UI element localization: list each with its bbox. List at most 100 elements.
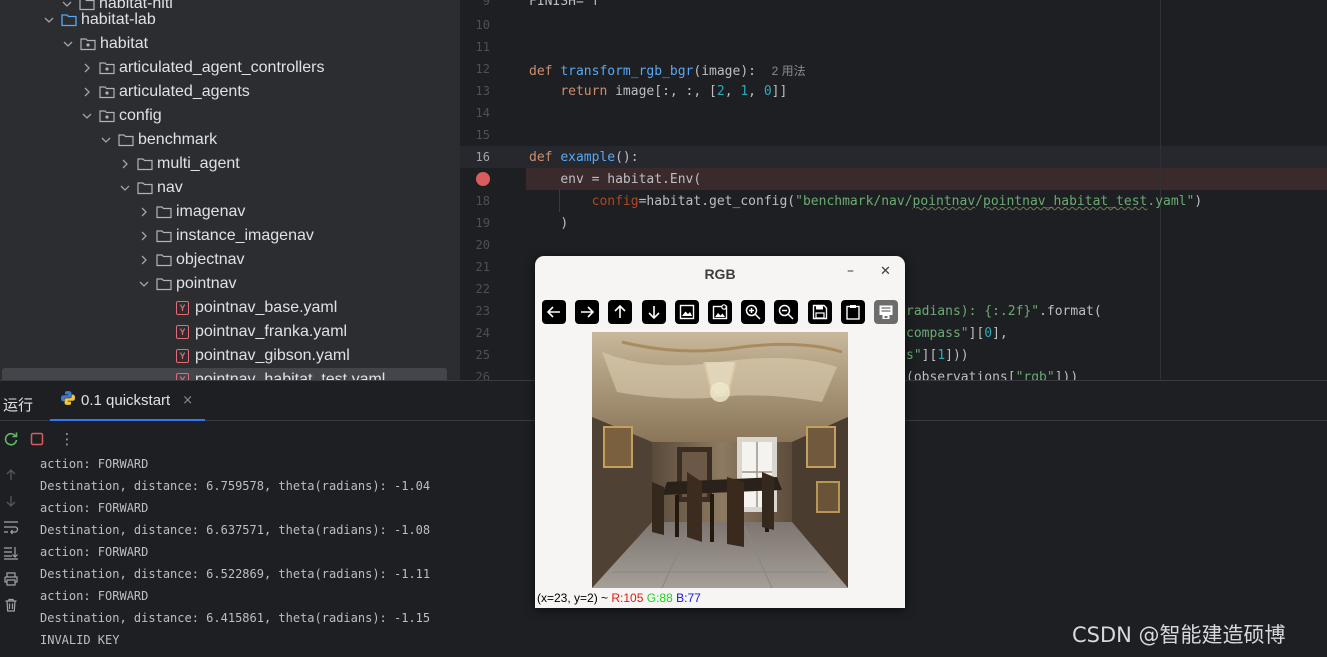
breakpoint-icon[interactable] <box>476 172 490 186</box>
scroll-to-end-icon[interactable] <box>1 543 21 563</box>
line-number[interactable]: 20 <box>460 238 490 252</box>
chevron-down-icon[interactable] <box>80 109 94 123</box>
tree-row-pointnav-base-yaml[interactable]: Y pointnav_base.yaml <box>0 296 460 320</box>
line-number[interactable]: 14 <box>460 106 490 120</box>
save-icon[interactable] <box>807 300 832 324</box>
code-text: ][ <box>921 348 938 363</box>
code-text: ) <box>560 216 569 231</box>
code-line-24-visible[interactable]: compass"][0], <box>906 326 1008 341</box>
tree-row-instance-imagenav[interactable]: instance_imagenav <box>0 224 460 248</box>
code-text: ])) <box>945 348 969 363</box>
tree-row-label: pointnav_habitat_test.yaml <box>195 371 386 380</box>
trash-icon[interactable] <box>1 595 21 615</box>
tree-row-pointnav-gibson-yaml[interactable]: Y pointnav_gibson.yaml <box>0 344 460 368</box>
chevron-right-icon[interactable] <box>118 157 132 171</box>
code-line-12[interactable]: def transform_rgb_bgr(image): 2 用法 <box>529 62 806 79</box>
rgb-observation-image[interactable] <box>592 332 848 588</box>
line-number[interactable]: 15 <box>460 128 490 142</box>
tree-row-habitat[interactable]: habitat <box>0 32 460 56</box>
tree-row-objectnav[interactable]: objectnav <box>0 248 460 272</box>
chevron-down-icon[interactable] <box>137 277 151 291</box>
tree-row-pointnav-habitat-test-yaml[interactable]: Y pointnav_habitat_test.yaml <box>2 368 447 380</box>
chevron-right-icon[interactable] <box>80 85 94 99</box>
tree-row-benchmark[interactable]: benchmark <box>0 128 460 152</box>
image-icon[interactable] <box>674 300 699 324</box>
zoom-in-icon[interactable] <box>741 300 766 324</box>
chevron-right-icon[interactable] <box>137 229 151 243</box>
code-line-23-visible[interactable]: radians): {:.2f}".format( <box>906 304 1102 319</box>
run-tab-label: 0.1 quickstart <box>81 391 171 409</box>
close-tab-icon[interactable]: × <box>182 393 193 408</box>
line-number[interactable]: 13 <box>460 84 490 98</box>
chevron-down-icon[interactable] <box>99 133 113 147</box>
tree-row-articulated-agent-controllers[interactable]: articulated_agent_controllers <box>0 56 460 80</box>
rgb-image-window[interactable]: RGB – ✕ (x=23, y=2) ~ R:105 G:88 B:77 <box>535 256 905 608</box>
code-string-typo: pointnav <box>912 194 976 209</box>
tree-row-pointnav-franka-yaml[interactable]: Y pointnav_franka.yaml <box>0 320 460 344</box>
chevron-down-icon[interactable] <box>118 181 132 195</box>
code-string: s" <box>906 348 922 363</box>
clipboard-icon[interactable] <box>840 300 865 324</box>
arrow-down-icon[interactable] <box>641 300 666 324</box>
more-options-icon[interactable]: ⋮ <box>56 428 78 450</box>
package-folder-icon <box>99 61 115 75</box>
chevron-right-icon[interactable] <box>137 253 151 267</box>
code-number: 0 <box>984 326 993 341</box>
line-number[interactable]: 10 <box>460 18 490 32</box>
line-number[interactable]: 23 <box>460 304 490 318</box>
tree-row-nav[interactable]: nav <box>0 176 460 200</box>
code-line-9[interactable]: FINISH="f" <box>529 0 607 9</box>
line-number-current[interactable]: 16 <box>460 150 490 164</box>
close-button[interactable]: ✕ <box>880 264 891 279</box>
save-alt-icon[interactable] <box>873 300 898 324</box>
tree-row-multi-agent[interactable]: multi_agent <box>0 152 460 176</box>
tree-row-pointnav[interactable]: pointnav <box>0 272 460 296</box>
code-line-26-visible[interactable]: (observations["rgb"])) <box>906 370 1078 380</box>
tree-row-label: pointnav_franka.yaml <box>195 323 348 340</box>
scroll-down-icon[interactable] <box>1 491 21 511</box>
line-number[interactable]: 25 <box>460 348 490 362</box>
chevron-down-icon[interactable] <box>42 13 56 27</box>
image-settings-icon[interactable] <box>707 300 732 324</box>
line-number[interactable]: 18 <box>460 194 490 208</box>
arrow-up-icon[interactable] <box>608 300 633 324</box>
chevron-right-icon[interactable] <box>137 205 151 219</box>
chevron-right-icon[interactable] <box>80 61 94 75</box>
line-number[interactable]: 19 <box>460 216 490 230</box>
line-number[interactable]: 24 <box>460 326 490 340</box>
rerun-button[interactable] <box>0 428 22 450</box>
zoom-out-icon[interactable] <box>774 300 799 324</box>
pixel-blue-value: B:77 <box>676 591 701 605</box>
arrow-left-icon[interactable] <box>542 300 566 324</box>
usage-hint[interactable]: 2 用法 <box>772 64 806 78</box>
chevron-down-icon[interactable] <box>61 37 75 51</box>
tree-row-config[interactable]: config <box>0 104 460 128</box>
line-number[interactable]: 21 <box>460 260 490 274</box>
print-icon[interactable] <box>1 569 21 589</box>
line-number[interactable]: 12 <box>460 62 490 76</box>
console-output[interactable]: action: FORWARD Destination, distance: 6… <box>40 453 430 651</box>
soft-wrap-icon[interactable] <box>1 517 21 537</box>
code-line-25-visible[interactable]: s"][1])) <box>906 348 969 363</box>
line-number[interactable]: 9 <box>460 0 490 8</box>
yaml-file-icon: Y <box>176 349 189 363</box>
tree-row-articulated-agents[interactable]: articulated_agents <box>0 80 460 104</box>
code-line-19[interactable]: ) <box>529 216 568 231</box>
line-number[interactable]: 26 <box>460 370 490 380</box>
code-line-17[interactable]: env = habitat.Env( <box>529 172 701 187</box>
run-tab-quickstart[interactable]: 0.1 quickstart × <box>50 381 205 421</box>
line-number[interactable]: 22 <box>460 282 490 296</box>
tree-row-habitat-lab[interactable]: habitat-lab <box>0 8 460 32</box>
tree-row-imagenav[interactable]: imagenav <box>0 200 460 224</box>
scroll-up-icon[interactable] <box>1 465 21 485</box>
minimize-button[interactable]: – <box>847 263 854 279</box>
code-line-16[interactable]: def example(): <box>529 150 639 165</box>
line-number[interactable]: 11 <box>460 40 490 54</box>
code-line-18[interactable]: config=habitat.get_config("benchmark/nav… <box>529 194 1203 209</box>
code-line-13[interactable]: return image[:, :, [2, 1, 0]] <box>529 84 787 99</box>
console-line: action: FORWARD <box>40 545 149 559</box>
arrow-right-icon[interactable] <box>575 300 600 324</box>
stop-button[interactable] <box>26 428 48 450</box>
folder-icon <box>156 253 172 267</box>
code-string: radians): {:.2f}" <box>906 304 1040 319</box>
